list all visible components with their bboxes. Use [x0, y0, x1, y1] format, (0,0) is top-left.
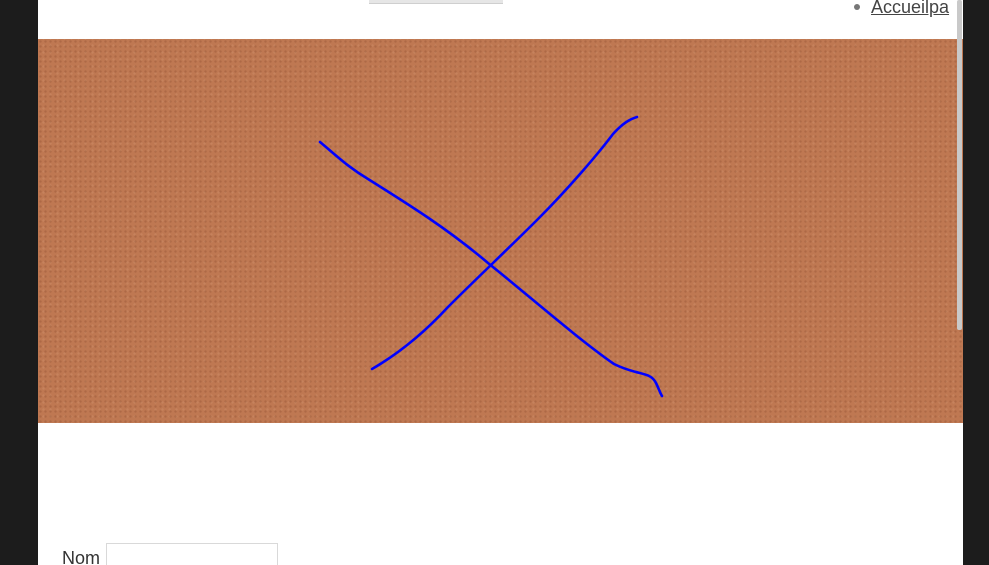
name-label: Nom [62, 548, 101, 565]
vertical-scrollbar[interactable] [957, 0, 962, 330]
drawn-stroke-2 [370, 115, 639, 371]
drawing-canvas[interactable] [38, 39, 963, 423]
nav-link-accueil[interactable]: Accueilpa [871, 0, 949, 18]
nav-item-accueil: Accueilpa [854, 0, 949, 18]
top-tab-fragment[interactable] [369, 0, 503, 4]
bullet-icon [854, 4, 860, 10]
page-content: Accueilpa Nom [38, 0, 963, 565]
name-form-row: Nom [62, 543, 279, 565]
drawing-surface [318, 115, 664, 398]
top-nav: Accueilpa [854, 0, 949, 18]
drawn-stroke-1 [318, 140, 664, 398]
name-input[interactable] [106, 543, 279, 565]
